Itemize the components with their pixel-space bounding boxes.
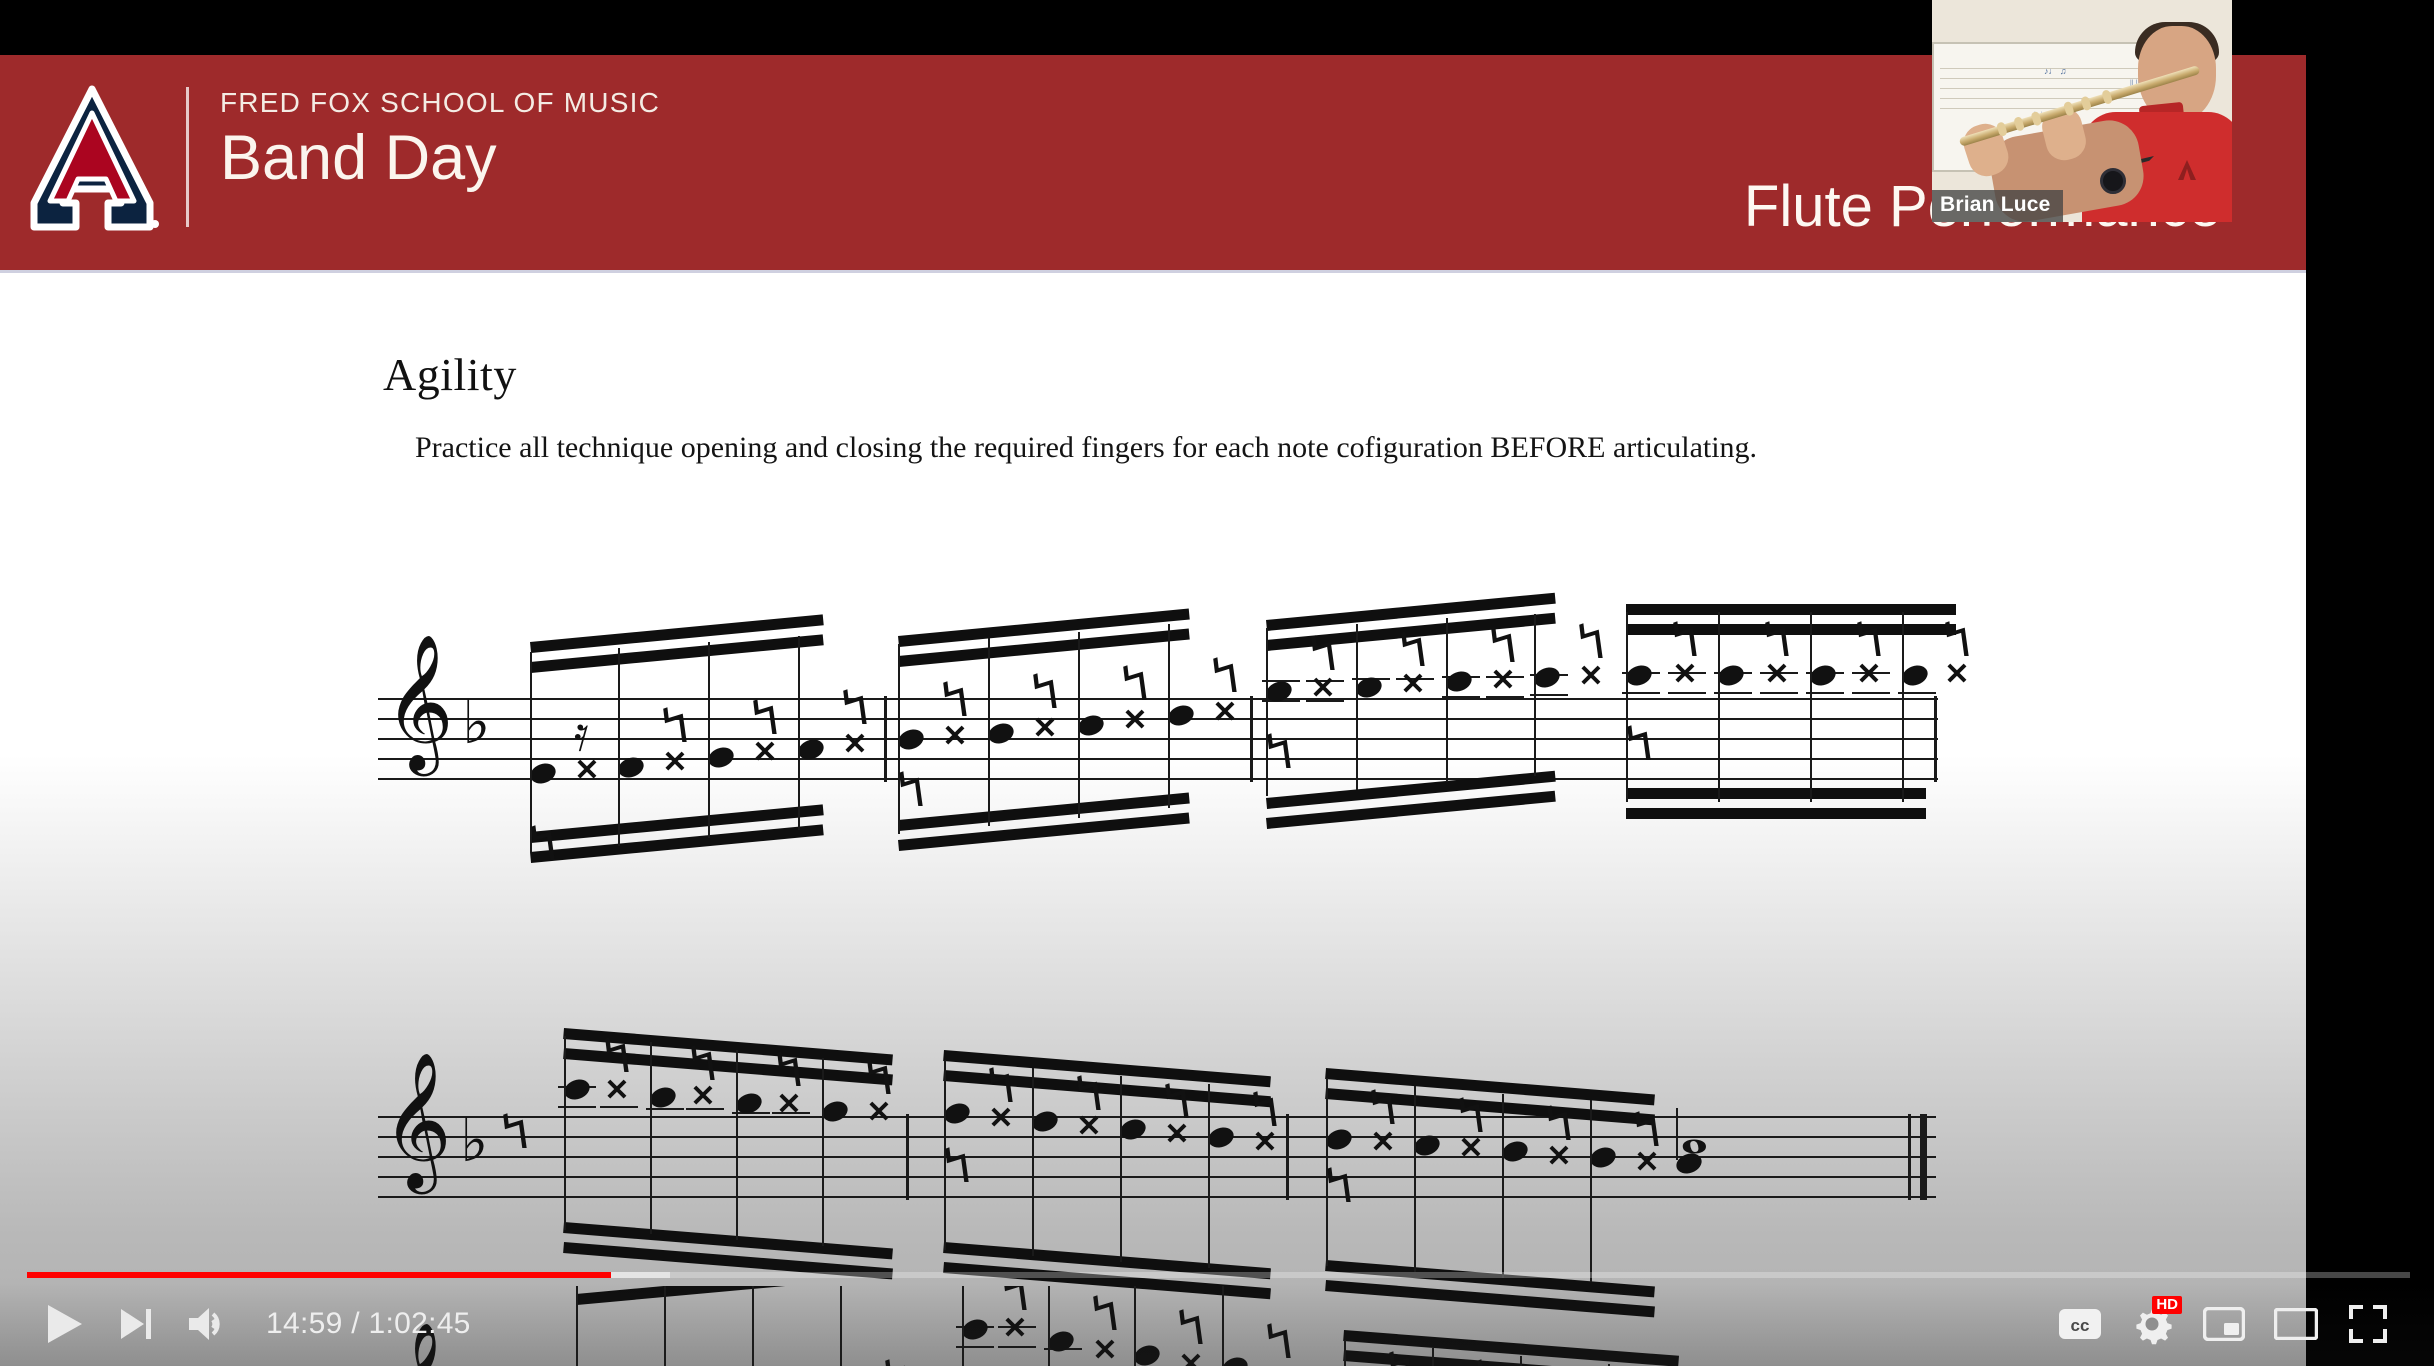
slide-content: Agility Practice all technique opening a… xyxy=(0,276,2306,1366)
rest: 𝄿 xyxy=(574,706,589,762)
progress-bar[interactable] xyxy=(0,1268,2434,1282)
play-button[interactable] xyxy=(28,1288,100,1360)
event-title: Band Day xyxy=(220,123,497,193)
arizona-block-a-logo xyxy=(22,83,162,233)
svg-text:cc: cc xyxy=(2071,1316,2090,1335)
subtitles-button[interactable]: cc xyxy=(2044,1288,2116,1360)
treble-clef: 𝄞 xyxy=(384,632,454,770)
video-frame[interactable]: FRED FOX SCHOOL OF MUSIC Band Day Flute … xyxy=(0,0,2306,1366)
rest: 𝈿 xyxy=(530,816,557,872)
presenter-webcam: ♪♩ ♫ ♭ ♮ ♯ || || || ♪ ♪ ♪ xyxy=(1932,0,2232,222)
page-title: Agility xyxy=(383,349,517,400)
treble-clef: 𝄞 xyxy=(382,1050,452,1188)
video-player: FRED FOX SCHOOL OF MUSIC Band Day Flute … xyxy=(0,0,2434,1366)
controls-right: cc HD xyxy=(2044,1288,2434,1360)
brand-block: FRED FOX SCHOOL OF MUSIC Band Day xyxy=(220,87,660,193)
progress-played xyxy=(27,1272,611,1278)
letterbox-right xyxy=(2306,0,2434,1366)
controls-left: 14:59 / 1:02:45 xyxy=(0,1288,471,1360)
progress-track[interactable] xyxy=(27,1272,2410,1278)
presenter-watch xyxy=(2100,168,2126,194)
next-button[interactable] xyxy=(100,1288,172,1360)
rest: 𝈿 xyxy=(502,1104,529,1160)
volume-button[interactable] xyxy=(172,1288,244,1360)
key-signature-flat: ♭ xyxy=(462,688,491,758)
miniplayer-button[interactable] xyxy=(2188,1288,2260,1360)
school-name: FRED FOX SCHOOL OF MUSIC xyxy=(220,87,661,118)
settings-button[interactable]: HD xyxy=(2116,1288,2188,1360)
theater-button[interactable] xyxy=(2260,1288,2332,1360)
music-system-2: 𝄞 ♭ 𝈿 ✕ 𝈿 ✕ 𝈿 ✕ 𝈿 ✕ 𝈿 ✕ 𝈿 𝈿 ✕ 𝈿 ✕ 𝈿 ✕ 𝈿 … xyxy=(378,1028,1938,1318)
logo-divider xyxy=(186,87,189,227)
key-signature-flat: ♭ xyxy=(460,1106,489,1176)
music-system-1: 𝄞 ♭ ✕ 𝄿 𝈿 ✕ 𝈿 ✕ 𝈿 ✕ 𝈿 ✕ 𝈿 𝈿 ✕ 𝈿 ✕ 𝈿 ✕ 𝈿 … xyxy=(378,592,1970,872)
instruction-text: Practice all technique opening and closi… xyxy=(415,431,1758,464)
time-display: 14:59 / 1:02:45 xyxy=(266,1307,471,1340)
player-controls: 14:59 / 1:02:45 cc HD xyxy=(0,1282,2434,1366)
hd-badge: HD xyxy=(2152,1296,2182,1314)
fullscreen-button[interactable] xyxy=(2332,1288,2404,1360)
staff-1 xyxy=(378,698,1938,780)
eighth-note-flag: 𝅝 xyxy=(1680,1086,1709,1170)
presenter-name-label: Brian Luce xyxy=(1932,190,2063,222)
